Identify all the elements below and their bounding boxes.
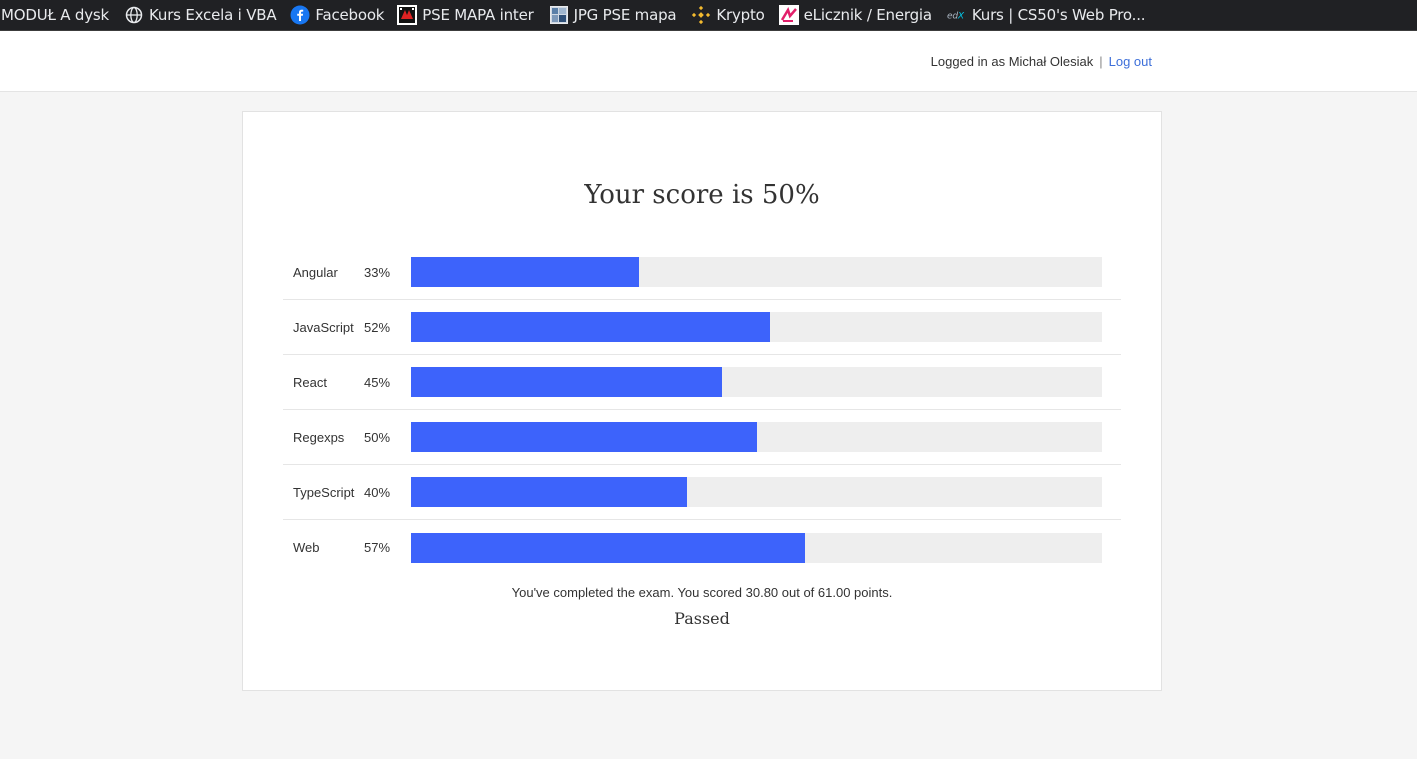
result-row-javascript: JavaScript 52% (283, 300, 1121, 355)
category-percent: 45% (364, 374, 391, 390)
globe-icon (124, 5, 144, 25)
logout-link[interactable]: Log out (1109, 54, 1152, 69)
progress-track (411, 477, 1102, 507)
bookmark-krypto[interactable]: Krypto (691, 0, 765, 31)
results-card: Your score is 50% Angular 33% JavaScript… (242, 111, 1162, 691)
bookmark-facebook[interactable]: Facebook (290, 0, 384, 31)
logged-in-text: Logged in as Michał Olesiak (930, 54, 1094, 69)
svg-text:X: X (957, 12, 965, 22)
progress-fill (411, 367, 722, 397)
progress-fill (411, 477, 688, 507)
bookmark-label: JPG PSE mapa (573, 6, 677, 24)
result-row-typescript: TypeScript 40% (283, 465, 1121, 520)
category-percent: 33% (364, 264, 391, 280)
separator: | (1099, 54, 1103, 69)
category-percent: 57% (364, 540, 391, 555)
progress-fill (411, 312, 771, 342)
image-icon (549, 5, 569, 25)
pass-status: Passed (674, 609, 730, 628)
progress-fill (411, 422, 757, 452)
category-percent: 50% (364, 429, 391, 445)
elicznik-icon (778, 5, 799, 25)
bookmark-pse-mapa-inter[interactable]: PSE MAPA inter (397, 0, 534, 31)
bookmark-elicznik[interactable]: eLicznik / Energia (778, 0, 932, 31)
exam-summary: You've completed the exam. You scored 30… (511, 585, 893, 600)
result-row-web: Web 57% (283, 520, 1121, 575)
category-name: Regexps (293, 429, 345, 445)
bookmark-modul-a-dysk[interactable]: MODUŁ A dysk (1, 0, 109, 31)
category-name: Angular (293, 264, 338, 280)
bookmark-label: Kurs | CS50's Web Pro... (971, 6, 1146, 24)
bookmark-jpg-pse-mapa[interactable]: JPG PSE mapa (549, 0, 677, 31)
progress-track (411, 367, 1102, 397)
category-name: TypeScript (293, 484, 355, 500)
category-results: Angular 33% JavaScript 52% React 45% Reg… (283, 245, 1121, 575)
progress-fill (411, 532, 805, 563)
progress-track (411, 422, 1102, 452)
facebook-icon (290, 5, 310, 25)
bookmark-label: Facebook (315, 6, 385, 24)
result-row-angular: Angular 33% (283, 245, 1121, 300)
bookmark-cs50-web[interactable]: ed X Kurs | CS50's Web Pro... (947, 0, 1146, 31)
pse-map-icon (397, 5, 418, 25)
category-percent: 52% (364, 319, 391, 335)
category-name: React (293, 374, 327, 390)
bookmark-label: Kurs Excela i VBA (149, 6, 277, 24)
bookmark-label: Krypto (716, 6, 765, 24)
category-name: JavaScript (293, 319, 354, 335)
edx-icon: ed X (947, 5, 967, 25)
result-row-regexps: Regexps 50% (283, 410, 1121, 465)
category-percent: 40% (364, 484, 391, 500)
progress-track (411, 532, 1102, 563)
score-title: Your score is 50% (584, 180, 820, 210)
bookmarks-bar: MODUŁ A dysk Kurs Excela i VBA Facebook … (0, 0, 1417, 31)
progress-track (411, 257, 1102, 287)
binance-icon (691, 5, 711, 25)
svg-text:ed: ed (947, 12, 958, 22)
progress-track (411, 312, 1102, 342)
category-name: Web (293, 540, 320, 555)
bookmark-kurs-excela[interactable]: Kurs Excela i VBA (124, 0, 277, 31)
bookmark-label: eLicznik / Energia (803, 6, 932, 24)
site-header: Logged in as Michał Olesiak | Log out (0, 31, 1417, 92)
bookmark-label: MODUŁ A dysk (1, 6, 110, 24)
result-row-react: React 45% (283, 355, 1121, 410)
progress-fill (411, 257, 640, 287)
bookmark-label: PSE MAPA inter (422, 6, 534, 24)
user-status: Logged in as Michał Olesiak | Log out (931, 54, 1152, 69)
